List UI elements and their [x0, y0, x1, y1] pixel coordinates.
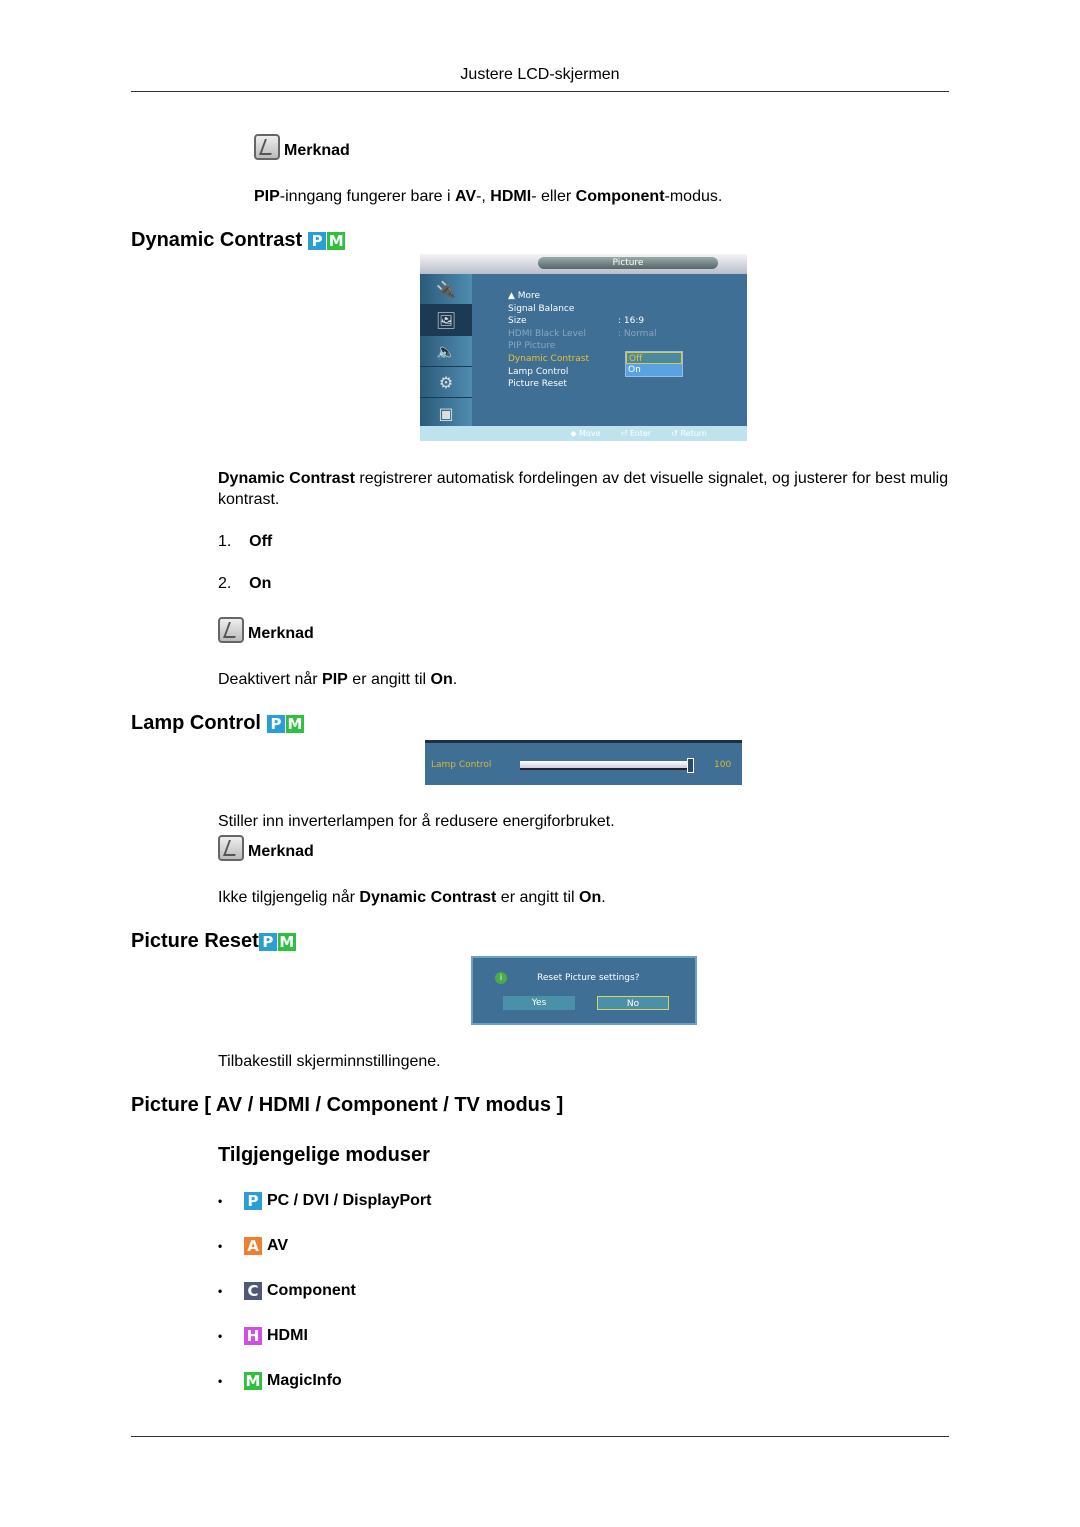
- note-text: Ikke tilgjengelig når Dynamic Contrast e…: [218, 889, 606, 906]
- mode-item-hdmi: • H HDMI: [218, 1327, 308, 1345]
- footer-divider: [131, 1436, 949, 1437]
- lamp-control-value: 100: [714, 760, 732, 770]
- osd-return-hint: ↺ Return: [671, 429, 707, 438]
- note-text: PIP-inngang fungerer bare i AV-, HDMI- e…: [254, 188, 723, 205]
- header-divider: [131, 91, 949, 92]
- modes-list: • P PC / DVI / DisplayPort • A AV • C Componen…: [218, 1191, 431, 1391]
- lamp-control-slider-thumb[interactable]: [687, 758, 694, 773]
- pc-mode-icon: P: [267, 714, 285, 733]
- component-mode-icon: C: [244, 1282, 262, 1300]
- section-title-picture-reset: Picture Reset P M: [131, 930, 296, 952]
- osd-item-picture-reset[interactable]: Picture Reset: [508, 378, 589, 391]
- no-button[interactable]: No: [597, 996, 669, 1010]
- pc-mode-icon: P: [244, 1192, 262, 1210]
- osd-item-pip-picture: PIP Picture: [508, 341, 556, 352]
- multi-control-icon[interactable]: ▣: [420, 398, 472, 429]
- mode-badges: P M: [267, 714, 304, 733]
- setup-gear-icon[interactable]: ⚙: [420, 367, 472, 398]
- option-2: 2. On: [218, 575, 272, 592]
- mode-item-av: • A AV: [218, 1237, 289, 1255]
- note-icon: [218, 617, 244, 643]
- input-icon[interactable]: 🔌: [420, 274, 472, 305]
- osd-enter-hint: ⏎ Enter: [620, 429, 652, 438]
- osd-hdmi-black-value: Normal: [623, 328, 657, 339]
- pc-mode-icon: P: [258, 932, 277, 951]
- osd-picture-menu: Picture 🔌 🖼 🔈 ⚙ ▣ ▲ More Signal Balance …: [420, 254, 747, 441]
- page-header: Justere LCD-skjermen: [460, 66, 620, 83]
- note-icon: [218, 835, 244, 861]
- section-title-dynamic-contrast: Dynamic Contrast P M: [131, 229, 346, 251]
- magicinfo-mode-icon: M: [327, 231, 346, 250]
- note-icon: [254, 134, 280, 160]
- osd-item-lamp-control[interactable]: Lamp Control: [508, 366, 589, 379]
- mode-item-pc: • P PC / DVI / DisplayPort: [218, 1192, 432, 1210]
- av-mode-icon: A: [244, 1237, 262, 1255]
- osd-option-on[interactable]: On: [626, 364, 682, 376]
- note-text: Deaktivert når PIP er angitt til On.: [218, 671, 458, 688]
- option-1: 1. Off: [218, 533, 273, 550]
- magicinfo-mode-icon: M: [277, 932, 296, 951]
- pc-mode-icon: P: [308, 231, 327, 250]
- dynamic-contrast-description: Dynamic Contrast registrerer automatisk …: [218, 470, 949, 508]
- mode-badges: P M: [308, 231, 346, 250]
- reset-dialog: i Reset Picture settings? Yes No: [471, 956, 697, 1025]
- available-modes-title: Tilgjengelige moduser: [218, 1144, 430, 1166]
- osd-dropdown[interactable]: Off On: [625, 351, 683, 377]
- hdmi-mode-icon: H: [244, 1327, 262, 1345]
- lamp-control-slider[interactable]: [520, 761, 690, 770]
- section-title-picture-av: Picture [ AV / HDMI / Component / TV mod…: [131, 1094, 564, 1116]
- reset-question: Reset Picture settings?: [537, 973, 640, 983]
- mode-item-magicinfo: • M MagicInfo: [218, 1372, 342, 1390]
- osd-sidebar: 🔌 🖼 🔈 ⚙ ▣: [420, 274, 472, 429]
- mode-item-component: • C Component: [218, 1282, 356, 1300]
- yes-button[interactable]: Yes: [503, 996, 575, 1010]
- magicinfo-mode-icon: M: [286, 714, 304, 733]
- lamp-control-description: Stiller inn inverterlampen for å reduser…: [218, 813, 615, 830]
- osd-footer: ◆ Move ⏎ Enter ↺ Return: [420, 426, 747, 441]
- info-icon: i: [495, 972, 507, 984]
- mode-badges: P M: [258, 932, 296, 951]
- osd-move-hint: ◆ Move: [570, 429, 601, 438]
- osd-item-dynamic-contrast[interactable]: Dynamic Contrast: [508, 353, 589, 366]
- note-heading: Merknad: [254, 134, 350, 160]
- picture-reset-description: Tilbakestill skjerminnstillingene.: [218, 1053, 441, 1070]
- osd-item-size[interactable]: Size: [508, 315, 589, 328]
- section-title-lamp-control: Lamp Control P M: [131, 712, 304, 734]
- note-heading: Merknad: [218, 617, 314, 643]
- osd-title: Picture: [538, 257, 718, 269]
- picture-icon[interactable]: 🖼: [420, 305, 472, 336]
- osd-item-hdmi-black-level: HDMI Black Level: [508, 328, 586, 339]
- lamp-control-osd: Lamp Control 100: [425, 740, 742, 785]
- osd-option-off[interactable]: Off: [626, 352, 682, 364]
- osd-item-more[interactable]: ▲ More: [508, 290, 589, 303]
- sound-icon[interactable]: 🔈: [420, 336, 472, 367]
- osd-size-value: 16:9: [623, 316, 645, 326]
- lamp-control-label: Lamp Control: [431, 760, 492, 770]
- magicinfo-mode-icon: M: [244, 1372, 262, 1390]
- osd-item-signal-balance[interactable]: Signal Balance: [508, 303, 589, 316]
- note-heading: Merknad: [218, 835, 314, 861]
